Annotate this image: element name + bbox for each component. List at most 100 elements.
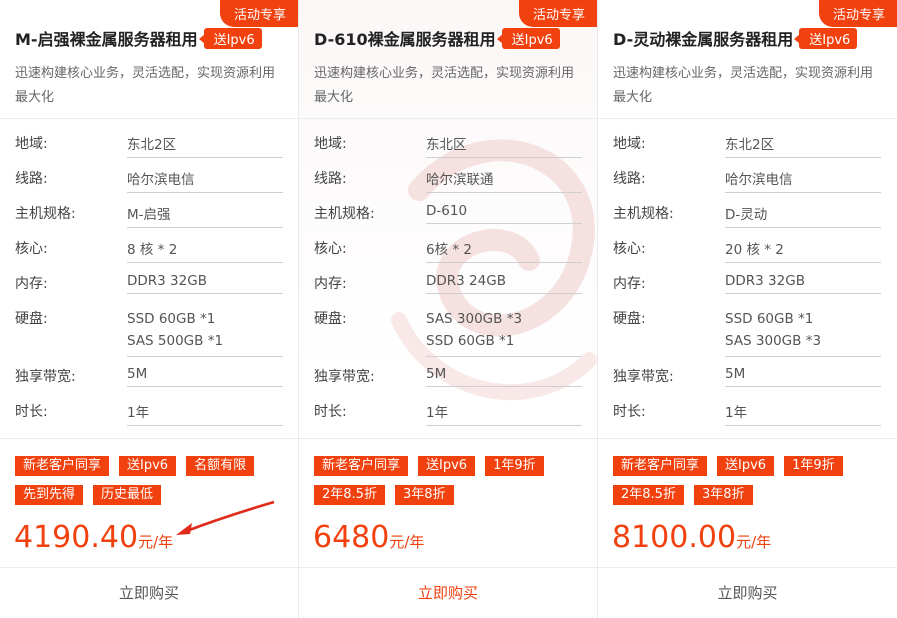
- promo-tags: 新老客户同享 送Ipv6 1年9折 2年8.5折 3年8折: [314, 456, 584, 505]
- price: 6480元/年: [313, 520, 424, 555]
- promo-tag: 新老客户同享: [314, 456, 409, 476]
- spec-memory: 内存: DDR3 32GB: [15, 273, 283, 294]
- spec-value: SSD 60GB *1 SAS 500GB *1: [127, 308, 283, 357]
- promo-tag: 历史最低: [93, 485, 162, 505]
- product-card-d610: 活动专享 D-610裸金属服务器租用 送Ipv6 迅速构建核心业务，灵活选配，实…: [299, 0, 598, 618]
- spec-label: 硬盘:: [314, 311, 347, 327]
- disk-line-2: SSD 60GB *1: [426, 333, 515, 349]
- spec-label: 核心:: [314, 241, 347, 257]
- promo-tags: 新老客户同享 送Ipv6 1年9折 2年8.5折 3年8折: [613, 456, 883, 505]
- spec-line: 线路: 哈尔滨电信: [613, 168, 881, 193]
- product-card-list: 活动专享 M-启强裸金属服务器租用 送Ipv6 迅速构建核心业务，灵活选配，实现…: [0, 0, 897, 618]
- promo-corner-tag: 活动专享: [518, 0, 597, 27]
- promo-tag: 1年9折: [485, 456, 544, 476]
- price-amount: 8100.00: [612, 520, 737, 555]
- spec-label: 线路:: [314, 171, 347, 187]
- spec-label: 主机规格:: [613, 206, 674, 222]
- price: 8100.00元/年: [612, 520, 771, 555]
- spec-term: 时长: 1年: [15, 401, 283, 426]
- price-unit: 元/年: [389, 533, 425, 551]
- product-card-m-qiqiang: 活动专享 M-启强裸金属服务器租用 送Ipv6 迅速构建核心业务，灵活选配，实现…: [0, 0, 299, 618]
- spec-value: DDR3 32GB: [725, 273, 881, 294]
- spec-label: 线路:: [613, 171, 646, 187]
- spec-value: 5M: [725, 366, 881, 387]
- product-card-d-lingdong: 活动专享 D-灵动裸金属服务器租用 送Ipv6 迅速构建核心业务，灵活选配，实现…: [598, 0, 897, 618]
- spec-bandwidth: 独享带宽: 5M: [613, 366, 881, 387]
- spec-label: 内存:: [314, 276, 347, 292]
- spec-value: 1年: [725, 401, 881, 426]
- card-title: M-启强裸金属服务器租用: [15, 30, 198, 49]
- spec-bandwidth: 独享带宽: 5M: [314, 366, 582, 387]
- disk-line-2: SAS 500GB *1: [127, 333, 224, 349]
- price-unit: 元/年: [736, 533, 772, 551]
- card-title-row: D-灵动裸金属服务器租用 送Ipv6: [613, 26, 858, 50]
- spec-value: 20 核 * 2: [725, 238, 881, 263]
- spec-label: 地域:: [613, 136, 646, 152]
- spec-value: M-启强: [127, 203, 283, 228]
- divider: [0, 118, 298, 119]
- spec-cpu: 核心: 20 核 * 2: [613, 238, 881, 263]
- spec-value: 东北2区: [127, 133, 283, 158]
- spec-cpu: 核心: 8 核 * 2: [15, 238, 283, 263]
- spec-label: 内存:: [15, 276, 48, 292]
- spec-label: 时长:: [15, 404, 48, 420]
- spec-region: 地域: 东北2区: [15, 133, 283, 158]
- divider: [299, 118, 597, 119]
- promo-tag: 1年9折: [784, 456, 843, 476]
- spec-label: 内存:: [613, 276, 646, 292]
- spec-line: 线路: 哈尔滨电信: [15, 168, 283, 193]
- buy-now-button[interactable]: 立即购买: [299, 567, 597, 618]
- spec-value: 东北2区: [725, 133, 881, 158]
- ipv6-badge: 送Ipv6: [794, 27, 858, 49]
- spec-label: 独享带宽:: [15, 369, 76, 385]
- promo-corner-tag: 活动专享: [818, 0, 897, 27]
- spec-value: DDR3 32GB: [127, 273, 283, 294]
- promo-tag: 名额有限: [186, 456, 255, 476]
- disk-line-1: SSD 60GB *1: [725, 311, 814, 327]
- divider: [598, 438, 897, 439]
- card-title-row: D-610裸金属服务器租用 送Ipv6: [314, 26, 560, 50]
- divider: [0, 438, 298, 439]
- spec-label: 主机规格:: [15, 206, 76, 222]
- divider: [299, 438, 597, 439]
- buy-now-button[interactable]: 立即购买: [0, 567, 298, 618]
- promo-tag: 送Ipv6: [119, 456, 177, 476]
- spec-value: 哈尔滨联通: [426, 168, 582, 193]
- spec-value: 哈尔滨电信: [725, 168, 881, 193]
- price-unit: 元/年: [138, 533, 174, 551]
- spec-label: 硬盘:: [15, 311, 48, 327]
- spec-value: 6核 * 2: [426, 238, 582, 263]
- promo-tag: 先到先得: [15, 485, 84, 505]
- spec-label: 核心:: [15, 241, 48, 257]
- spec-value: 5M: [426, 366, 582, 387]
- spec-label: 地域:: [314, 136, 347, 152]
- spec-term: 时长: 1年: [613, 401, 881, 426]
- buy-now-button[interactable]: 立即购买: [598, 567, 897, 618]
- card-description: 迅速构建核心业务，灵活选配，实现资源利用最大化: [15, 66, 276, 105]
- promo-tag: 送Ipv6: [418, 456, 476, 476]
- spec-value: 1年: [426, 401, 582, 426]
- spec-label: 主机规格:: [314, 206, 375, 222]
- spec-value: 5M: [127, 366, 283, 387]
- disk-line-2: SAS 300GB *3: [725, 333, 822, 349]
- spec-value: 1年: [127, 401, 283, 426]
- spec-value: DDR3 24GB: [426, 273, 582, 294]
- spec-value: D-灵动: [725, 203, 881, 228]
- red-arrow-icon: [176, 500, 275, 535]
- spec-cpu: 核心: 6核 * 2: [314, 238, 582, 263]
- spec-value: D-610: [426, 203, 582, 224]
- spec-term: 时长: 1年: [314, 401, 582, 426]
- spec-line: 线路: 哈尔滨联通: [314, 168, 582, 193]
- spec-value: 东北区: [426, 133, 582, 158]
- spec-model: 主机规格: M-启强: [15, 203, 283, 228]
- spec-model: 主机规格: D-610: [314, 203, 582, 224]
- divider: [598, 118, 897, 119]
- card-title-row: M-启强裸金属服务器租用 送Ipv6: [15, 26, 262, 50]
- spec-region: 地域: 东北2区: [613, 133, 881, 158]
- spec-value: 哈尔滨电信: [127, 168, 283, 193]
- promo-tag: 3年8折: [394, 485, 454, 505]
- disk-line-1: SSD 60GB *1: [127, 311, 216, 327]
- promo-tag: 送Ipv6: [717, 456, 775, 476]
- promo-tag: 新老客户同享: [613, 456, 708, 476]
- card-title: D-610裸金属服务器租用: [314, 30, 496, 49]
